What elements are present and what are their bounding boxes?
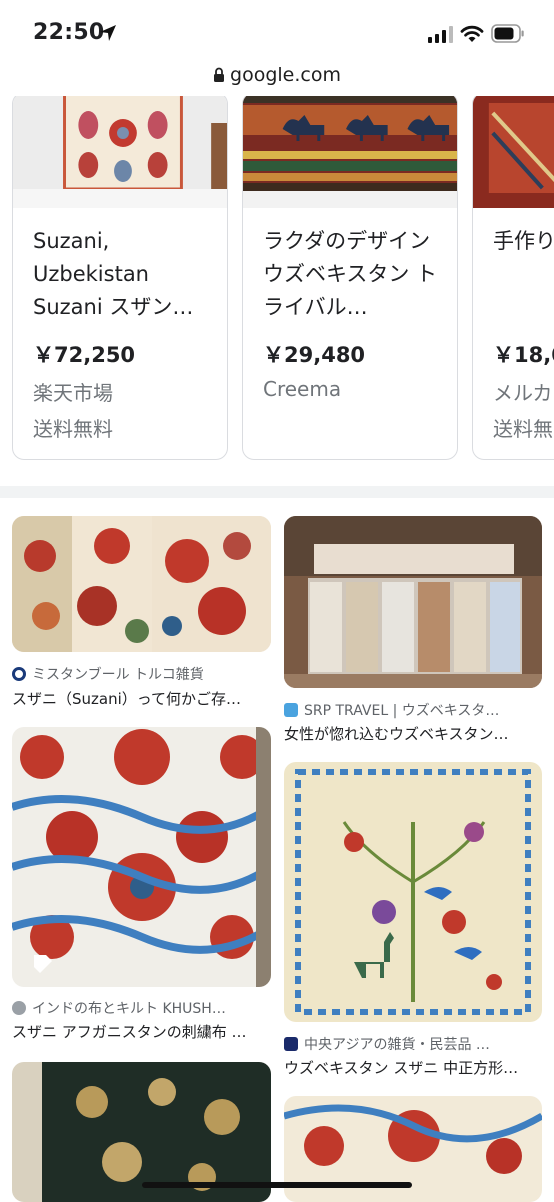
image-caption[interactable]: ウズベキスタン スザニ 中正方形…	[284, 1057, 534, 1078]
image-caption[interactable]: 女性が惚れ込むウズベキスタン…	[284, 723, 534, 744]
image-result[interactable]	[12, 516, 271, 652]
product-price: ￥18,0	[493, 343, 554, 367]
product-title[interactable]: 手作りスザニ キリ	[493, 225, 554, 258]
site-favicon-icon	[284, 703, 298, 717]
image-thumbnail	[12, 1062, 271, 1202]
image-thumbnail	[284, 762, 542, 1022]
section-divider	[0, 486, 554, 498]
image-thumbnail	[12, 727, 271, 987]
product-image	[473, 96, 554, 208]
product-shipping: 送料無料	[33, 417, 113, 441]
product-store: メルカ	[493, 381, 553, 405]
image-result[interactable]	[284, 762, 542, 1022]
image-result[interactable]	[12, 727, 271, 987]
address-bar[interactable]: google.com	[0, 64, 554, 86]
image-source[interactable]: 中央アジアの雑貨・民芸品 …	[284, 1034, 529, 1054]
product-carousel[interactable]: Suzani, Uzbekistan Suzani スザン… ￥72,250 楽…	[0, 96, 554, 466]
globe-icon	[12, 1001, 26, 1015]
cellular-signal-icon	[428, 26, 453, 43]
product-card[interactable]: ラクダのデザイン ウズベキスタン トライバル… ￥29,480 Creema	[242, 96, 458, 460]
product-title[interactable]: Suzani, Uzbekistan Suzani スザン…	[33, 225, 213, 324]
site-favicon-icon	[12, 667, 26, 681]
product-shipping: 送料無	[493, 417, 553, 441]
wifi-icon	[460, 25, 484, 42]
product-image	[243, 96, 457, 208]
product-store: Creema	[263, 377, 342, 401]
url-text: google.com	[230, 64, 341, 86]
image-source[interactable]: SRP TRAVEL | ウズベキスタ…	[284, 700, 529, 720]
home-indicator[interactable]	[142, 1182, 412, 1188]
image-result[interactable]	[284, 516, 542, 688]
image-source[interactable]: ミスタンブール トルコ雑貨	[12, 664, 257, 684]
site-favicon-icon	[284, 1037, 298, 1051]
battery-icon	[491, 24, 524, 43]
image-thumbnail	[284, 516, 542, 688]
product-image	[13, 96, 227, 208]
image-result[interactable]	[12, 1062, 271, 1202]
product-store: 楽天市場	[33, 381, 113, 405]
product-title[interactable]: ラクダのデザイン ウズベキスタン トライバル…	[263, 225, 443, 324]
location-arrow-icon	[100, 25, 116, 41]
status-bar: 22:50 google.com	[0, 0, 554, 86]
image-thumbnail	[12, 516, 271, 652]
image-caption[interactable]: スザニ（Suzani）って何かご存…	[12, 688, 262, 709]
product-card[interactable]: Suzani, Uzbekistan Suzani スザン… ￥72,250 楽…	[12, 96, 228, 460]
image-caption[interactable]: スザニ アフガニスタンの刺繍布 …	[12, 1021, 262, 1042]
status-time: 22:50	[33, 20, 105, 45]
product-price: ￥29,480	[263, 343, 366, 367]
product-card[interactable]: 手作りスザニ キリ ￥18,0 メルカ 送料無	[472, 96, 554, 460]
image-source[interactable]: インドの布とキルト KHUSH…	[12, 998, 257, 1018]
product-price: ￥72,250	[33, 343, 136, 367]
lock-icon	[214, 67, 225, 82]
